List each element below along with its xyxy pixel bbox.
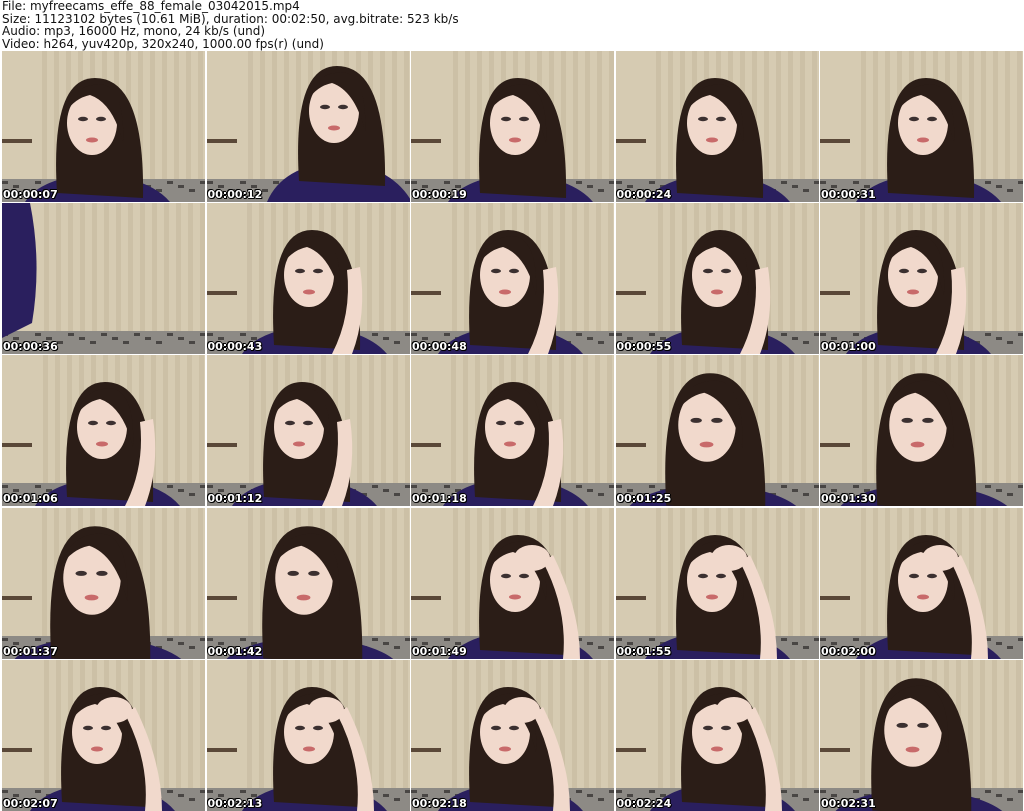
thumbnail-timestamp: 00:01:49 <box>412 644 467 658</box>
video-thumbnail: 00:00:24 <box>615 51 819 202</box>
video-thumbnail: 00:01:06 <box>2 355 205 507</box>
video-thumbnail: 00:01:12 <box>206 355 410 507</box>
audio-info-line: Audio: mp3, 16000 Hz, mono, 24 kb/s (und… <box>2 24 266 38</box>
video-thumbnail: 00:02:31 <box>820 659 1023 811</box>
thumbnail-frame-image <box>2 203 205 355</box>
thumbnail-frame-image <box>411 507 614 659</box>
video-thumbnail: 00:00:07 <box>2 51 205 202</box>
thumbnail-timestamp: 00:01:42 <box>207 644 263 658</box>
thumbnail-timestamp: 00:00:31 <box>821 188 876 201</box>
video-thumbnail: 00:00:55 <box>615 203 819 355</box>
video-thumbnail: 00:01:18 <box>411 355 614 507</box>
thumbnail-frame-image <box>206 659 410 811</box>
thumbnail-frame-image <box>2 355 205 507</box>
video-thumbnail: 00:01:55 <box>615 507 819 659</box>
thumbnail-timestamp: 00:02:24 <box>616 796 672 810</box>
thumbnail-frame-image <box>411 355 614 507</box>
thumbnail-frame-image <box>2 507 205 659</box>
thumbnail-timestamp: 00:01:55 <box>616 644 672 658</box>
video-thumbnail: 00:01:42 <box>206 507 410 659</box>
video-thumbnail: 00:01:37 <box>2 507 205 659</box>
thumbnail-frame-image <box>615 51 819 202</box>
thumbnail-frame-image <box>206 51 410 202</box>
video-thumbnail: 00:01:49 <box>411 507 614 659</box>
thumbnail-timestamp: 00:01:00 <box>821 340 876 354</box>
thumbnail-frame-image <box>411 51 614 202</box>
video-thumbnail: 00:00:12 <box>206 51 410 202</box>
thumbnail-timestamp: 00:01:30 <box>821 492 876 506</box>
video-thumbnail: 00:01:00 <box>820 203 1023 355</box>
video-thumbnail: 00:00:36 <box>2 203 205 355</box>
thumbnail-frame-image <box>615 355 819 507</box>
video-thumbnail: 00:01:30 <box>820 355 1023 507</box>
video-thumbnail: 00:02:13 <box>206 659 410 811</box>
thumbnail-timestamp: 00:02:13 <box>207 796 263 810</box>
thumbnail-timestamp: 00:00:48 <box>412 340 467 354</box>
thumbnail-timestamp: 00:00:24 <box>616 188 672 201</box>
file-info-header: File: myfreecams_effe_88_female_03042015… <box>2 0 1022 50</box>
thumbnail-timestamp: 00:00:07 <box>3 188 58 201</box>
thumbnail-timestamp: 00:01:25 <box>616 492 672 506</box>
file-name-line: File: myfreecams_effe_88_female_03042015… <box>2 0 300 13</box>
thumbnail-frame-image <box>615 203 819 355</box>
thumbnail-grid: 00:00:07 00:00:12 00:00:19 00:00:24 00:00:31… <box>2 51 1023 811</box>
thumbnail-timestamp: 00:01:37 <box>3 644 58 658</box>
thumbnail-timestamp: 00:02:18 <box>412 796 467 810</box>
video-thumbnail: 00:00:31 <box>820 51 1023 202</box>
thumbnail-timestamp: 00:00:36 <box>3 340 58 354</box>
thumbnail-timestamp: 00:02:07 <box>3 796 58 810</box>
thumbnail-frame-image <box>820 507 1023 659</box>
thumbnail-timestamp: 00:00:12 <box>207 188 263 201</box>
thumbnail-frame-image <box>820 659 1023 811</box>
thumbnail-frame-image <box>206 507 410 659</box>
video-info-line: Video: h264, yuv420p, 320x240, 1000.00 f… <box>2 36 324 51</box>
thumbnail-timestamp: 00:00:43 <box>207 340 263 354</box>
thumbnail-frame-image <box>206 203 410 355</box>
thumbnail-timestamp: 00:01:18 <box>412 492 467 506</box>
thumbnail-frame-image <box>820 355 1023 507</box>
thumbnail-timestamp: 00:00:19 <box>412 188 467 201</box>
thumbnail-frame-image <box>2 659 205 811</box>
thumbnail-frame-image <box>2 51 205 202</box>
thumbnail-frame-image <box>206 355 410 507</box>
thumbnail-frame-image <box>615 507 819 659</box>
thumbnail-frame-image <box>411 203 614 355</box>
thumbnail-frame-image <box>820 51 1023 202</box>
thumbnail-timestamp: 00:02:00 <box>821 644 876 658</box>
video-thumbnail: 00:02:00 <box>820 507 1023 659</box>
video-thumbnail: 00:02:24 <box>615 659 819 811</box>
thumbnail-timestamp: 00:01:12 <box>207 492 263 506</box>
video-thumbnail: 00:02:18 <box>411 659 614 811</box>
thumbnail-timestamp: 00:01:06 <box>3 492 58 506</box>
video-thumbnail: 00:02:07 <box>2 659 205 811</box>
video-thumbnail: 00:00:43 <box>206 203 410 355</box>
video-thumbnail: 00:00:48 <box>411 203 614 355</box>
video-thumbnail: 00:00:19 <box>411 51 614 202</box>
thumbnail-frame-image <box>411 659 614 811</box>
thumbnail-frame-image <box>820 203 1023 355</box>
video-thumbnail: 00:01:25 <box>615 355 819 507</box>
thumbnail-timestamp: 00:02:31 <box>821 796 876 810</box>
thumbnail-timestamp: 00:00:55 <box>616 340 672 354</box>
thumbnail-frame-image <box>615 659 819 811</box>
